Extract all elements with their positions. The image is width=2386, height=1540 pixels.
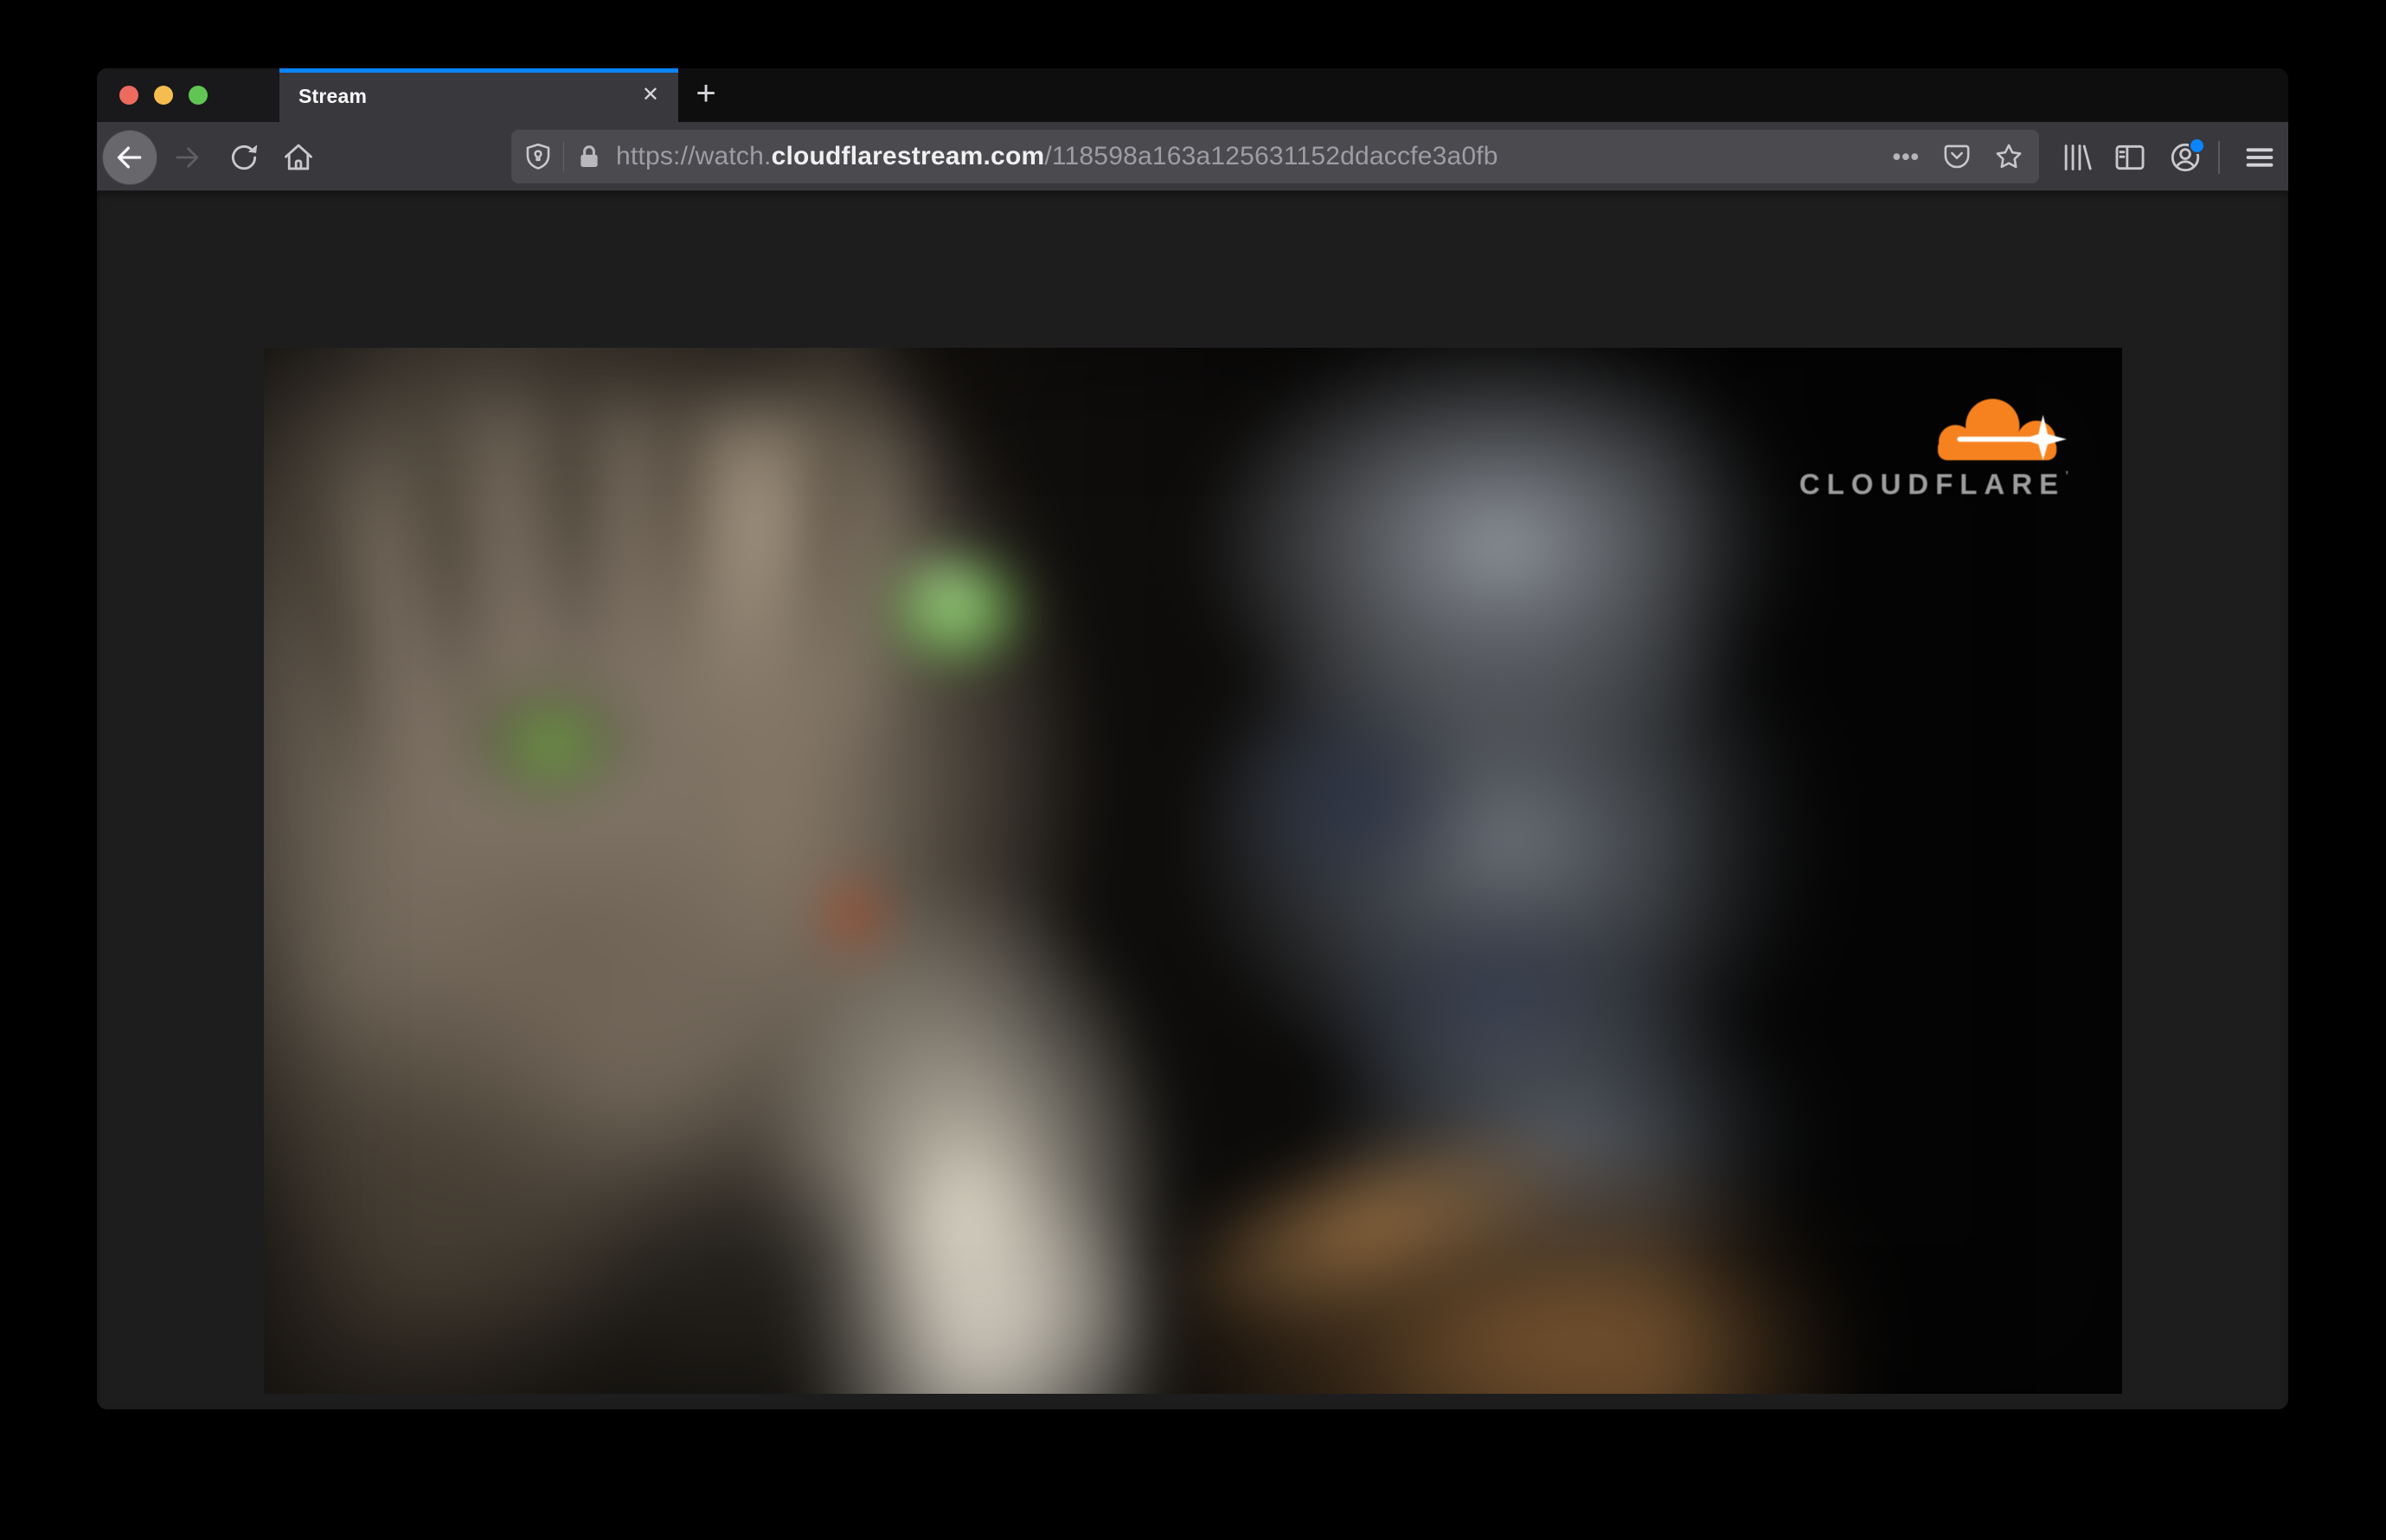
url-bar[interactable]: https://watch.cloudflarestream.com/11859… <box>511 130 2039 183</box>
forward-button[interactable] <box>170 141 203 174</box>
account-button[interactable] <box>2169 138 2205 174</box>
page-content: CLOUDFLARE’ <box>97 191 2288 1409</box>
window-controls <box>97 68 279 122</box>
tab-title: Stream <box>298 85 368 107</box>
home-button[interactable] <box>282 141 315 174</box>
tab-close-icon[interactable]: ✕ <box>642 68 659 122</box>
url-domain: cloudflarestream.com <box>771 142 1045 170</box>
cloudflare-watermark: CLOUDFLARE’ <box>1799 398 2075 501</box>
pocket-icon[interactable] <box>1942 142 1972 171</box>
trademark-mark: ’ <box>2065 468 2075 482</box>
navigation-toolbar: https://watch.cloudflarestream.com/11859… <box>97 122 2288 191</box>
browser-window: Stream ✕ + https://watch.cloudflarestrea… <box>97 68 2288 1409</box>
tracking-protection-shield-icon[interactable] <box>523 142 553 171</box>
menu-button[interactable] <box>2243 141 2276 174</box>
reload-button[interactable] <box>228 141 260 174</box>
video-player[interactable]: CLOUDFLARE’ <box>264 348 2122 1394</box>
cloudflare-logo-icon <box>1937 398 2067 460</box>
sidebar-icon <box>2115 144 2145 170</box>
forward-arrow-icon <box>176 147 199 168</box>
tab-stream[interactable]: Stream ✕ <box>279 68 678 122</box>
url-text[interactable]: https://watch.cloudflarestream.com/11859… <box>616 142 1498 171</box>
urlbar-actions: ••• <box>1893 142 2027 171</box>
close-window-button[interactable] <box>119 86 138 105</box>
url-path: /118598a163a125631152ddaccfe3a0fb <box>1044 142 1498 170</box>
reload-icon <box>231 144 258 170</box>
back-arrow-icon <box>117 146 142 169</box>
home-icon <box>285 144 312 170</box>
url-prefix: https://watch. <box>616 142 772 170</box>
library-icon <box>2064 144 2092 170</box>
hamburger-menu-icon <box>2246 148 2274 167</box>
bookmark-star-icon[interactable] <box>1994 142 2024 171</box>
fullscreen-window-button[interactable] <box>189 86 208 105</box>
toolbar-separator <box>2218 141 2220 174</box>
urlbar-separator <box>563 142 564 171</box>
titlebar: Stream ✕ + <box>97 68 2288 122</box>
sidebar-button[interactable] <box>2113 141 2146 174</box>
page-actions-icon[interactable]: ••• <box>1893 142 1920 171</box>
cloudflare-wordmark: CLOUDFLARE’ <box>1799 468 2075 500</box>
new-tab-button[interactable]: + <box>682 68 730 122</box>
lock-icon[interactable] <box>574 142 604 171</box>
account-notification-dot <box>2189 138 2205 154</box>
back-button[interactable] <box>102 130 157 185</box>
desktop-background: Stream ✕ + https://watch.cloudflarestrea… <box>0 0 2386 1540</box>
library-button[interactable] <box>2060 141 2093 174</box>
video-vignette <box>264 348 2122 1394</box>
minimize-window-button[interactable] <box>154 86 173 105</box>
